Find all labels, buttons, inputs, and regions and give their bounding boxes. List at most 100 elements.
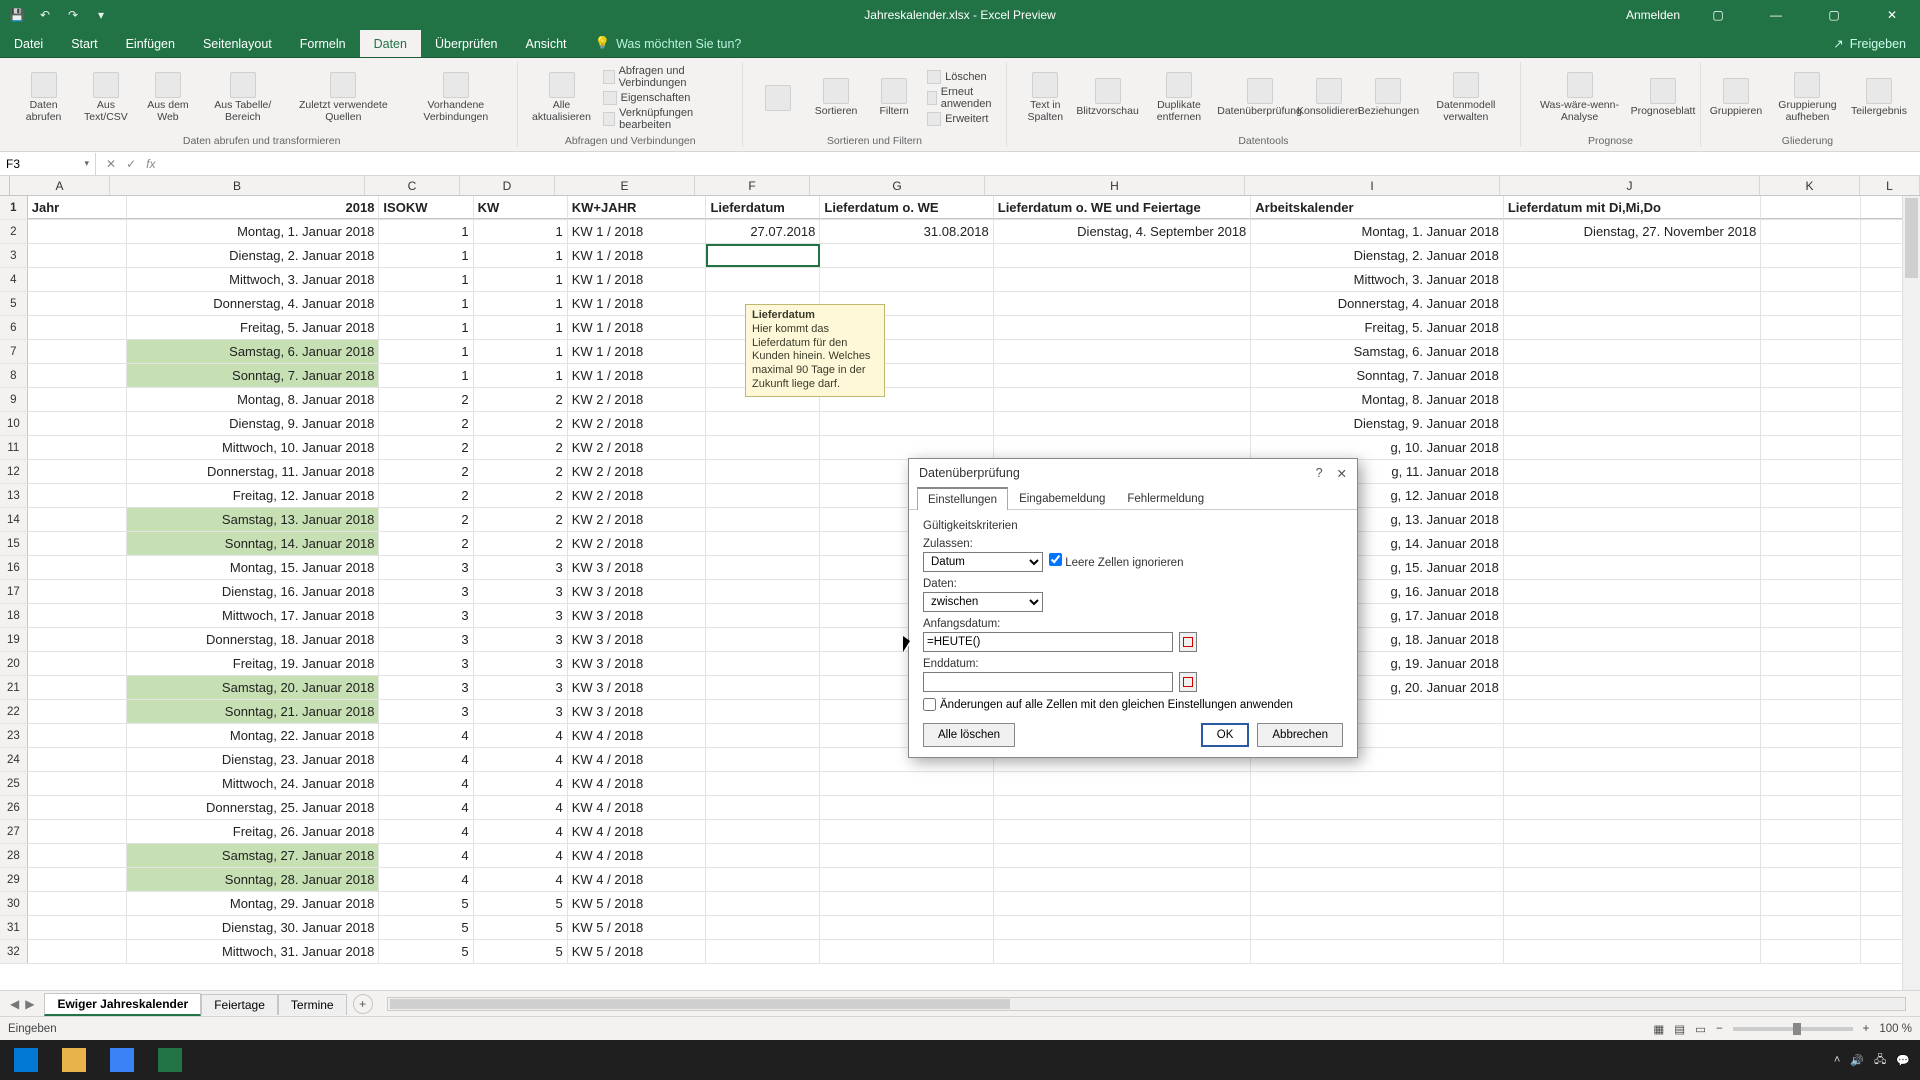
- cell[interactable]: [1504, 916, 1762, 939]
- cell[interactable]: 2: [474, 388, 568, 411]
- cell[interactable]: [706, 604, 820, 627]
- cell[interactable]: 5: [474, 892, 568, 915]
- cell[interactable]: ISOKW: [379, 196, 473, 219]
- dialog-tab-settings[interactable]: Einstellungen: [917, 487, 1008, 510]
- row-header[interactable]: 21: [0, 676, 28, 699]
- cell[interactable]: [706, 652, 820, 675]
- cell[interactable]: [1504, 820, 1762, 843]
- cell[interactable]: 2: [474, 412, 568, 435]
- clear-filter-item[interactable]: Löschen: [927, 70, 996, 84]
- cell[interactable]: KW 1 / 2018: [568, 364, 707, 387]
- group-button[interactable]: Gruppieren: [1711, 78, 1761, 118]
- cell[interactable]: [1761, 652, 1860, 675]
- sheet-nav-next-icon[interactable]: ▶: [25, 997, 34, 1011]
- row-header[interactable]: 9: [0, 388, 28, 411]
- cell[interactable]: Lieferdatum mit Di,Mi,Do: [1504, 196, 1762, 219]
- cell[interactable]: 3: [474, 556, 568, 579]
- cell[interactable]: 1: [379, 340, 473, 363]
- browser-icon[interactable]: [100, 1042, 144, 1078]
- relationships-button[interactable]: Beziehungen: [1363, 78, 1414, 118]
- cell[interactable]: [820, 892, 993, 915]
- cell[interactable]: Dienstag, 2. Januar 2018: [1251, 244, 1504, 267]
- zoom-out-icon[interactable]: −: [1716, 1023, 1723, 1035]
- cancel-button[interactable]: Abbrechen: [1257, 723, 1343, 747]
- col-header-J[interactable]: J: [1500, 176, 1760, 195]
- col-header-L[interactable]: L: [1860, 176, 1920, 195]
- tab-layout[interactable]: Seitenlayout: [189, 30, 286, 57]
- cell[interactable]: [1761, 772, 1860, 795]
- cell[interactable]: [28, 748, 127, 771]
- cell[interactable]: [1761, 364, 1860, 387]
- cell[interactable]: 4: [379, 748, 473, 771]
- col-header-K[interactable]: K: [1760, 176, 1860, 195]
- cell[interactable]: Montag, 29. Januar 2018: [127, 892, 380, 915]
- cell[interactable]: [1761, 892, 1860, 915]
- subtotal-button[interactable]: Teilergebnis: [1854, 78, 1904, 118]
- row-header[interactable]: 14: [0, 508, 28, 531]
- cell[interactable]: 2: [474, 508, 568, 531]
- cell[interactable]: [994, 892, 1252, 915]
- cell[interactable]: [28, 844, 127, 867]
- cell[interactable]: Dienstag, 30. Januar 2018: [127, 916, 380, 939]
- cell[interactable]: Samstag, 6. Januar 2018: [1251, 340, 1504, 363]
- whatif-button[interactable]: Was-wäre-wenn-Analyse: [1531, 72, 1628, 123]
- cell[interactable]: 4: [379, 868, 473, 891]
- cell[interactable]: KW 1 / 2018: [568, 340, 707, 363]
- cell[interactable]: 2: [379, 532, 473, 555]
- cell[interactable]: [28, 508, 127, 531]
- cell[interactable]: [1504, 844, 1762, 867]
- cell[interactable]: [706, 628, 820, 651]
- cell[interactable]: 27.07.2018: [706, 220, 820, 243]
- cell[interactable]: 2: [474, 460, 568, 483]
- cell[interactable]: KW 4 / 2018: [568, 772, 707, 795]
- row-header[interactable]: 30: [0, 892, 28, 915]
- cancel-edit-icon[interactable]: ✕: [106, 157, 116, 171]
- clear-all-button[interactable]: Alle löschen: [923, 723, 1015, 747]
- zoom-level[interactable]: 100 %: [1879, 1023, 1912, 1035]
- cell[interactable]: [820, 796, 993, 819]
- cell[interactable]: Montag, 8. Januar 2018: [1251, 388, 1504, 411]
- cell[interactable]: [1504, 676, 1762, 699]
- cell[interactable]: [1761, 724, 1860, 747]
- cell[interactable]: [706, 244, 820, 267]
- cell[interactable]: [1761, 580, 1860, 603]
- row-header[interactable]: 31: [0, 916, 28, 939]
- cell[interactable]: [706, 724, 820, 747]
- cell[interactable]: 3: [379, 604, 473, 627]
- row-header[interactable]: 27: [0, 820, 28, 843]
- cell[interactable]: Samstag, 6. Januar 2018: [127, 340, 380, 363]
- cell[interactable]: [994, 412, 1252, 435]
- cell[interactable]: [28, 724, 127, 747]
- cell[interactable]: 1: [474, 364, 568, 387]
- cell[interactable]: 2: [379, 508, 473, 531]
- remove-dupes-button[interactable]: Duplikate entfernen: [1141, 72, 1216, 123]
- cell[interactable]: Donnerstag, 11. Januar 2018: [127, 460, 380, 483]
- cell[interactable]: [706, 868, 820, 891]
- sheet-tab-1[interactable]: Ewiger Jahreskalender: [44, 993, 201, 1016]
- row-header[interactable]: 19: [0, 628, 28, 651]
- cell[interactable]: [706, 580, 820, 603]
- cell[interactable]: 4: [474, 748, 568, 771]
- cell[interactable]: KW 2 / 2018: [568, 532, 707, 555]
- cell[interactable]: [706, 796, 820, 819]
- col-header-C[interactable]: C: [365, 176, 460, 195]
- cell[interactable]: 3: [474, 580, 568, 603]
- cell[interactable]: [1504, 556, 1762, 579]
- cell[interactable]: 1: [474, 220, 568, 243]
- cell[interactable]: KW 4 / 2018: [568, 844, 707, 867]
- cell[interactable]: [1251, 868, 1504, 891]
- cell[interactable]: KW 2 / 2018: [568, 460, 707, 483]
- sheet-tab-3[interactable]: Termine: [278, 994, 347, 1015]
- cell[interactable]: Freitag, 12. Januar 2018: [127, 484, 380, 507]
- row-header[interactable]: 29: [0, 868, 28, 891]
- cell[interactable]: Sonntag, 7. Januar 2018: [1251, 364, 1504, 387]
- cell[interactable]: 5: [474, 940, 568, 963]
- cell[interactable]: Mittwoch, 17. Januar 2018: [127, 604, 380, 627]
- cell[interactable]: [1504, 364, 1762, 387]
- filter-button[interactable]: Filtern: [869, 78, 919, 118]
- ok-button[interactable]: OK: [1201, 723, 1250, 747]
- cell[interactable]: [1761, 220, 1860, 243]
- cell[interactable]: 31.08.2018: [820, 220, 993, 243]
- advanced-item[interactable]: Erweitert: [927, 112, 996, 126]
- cell[interactable]: [28, 556, 127, 579]
